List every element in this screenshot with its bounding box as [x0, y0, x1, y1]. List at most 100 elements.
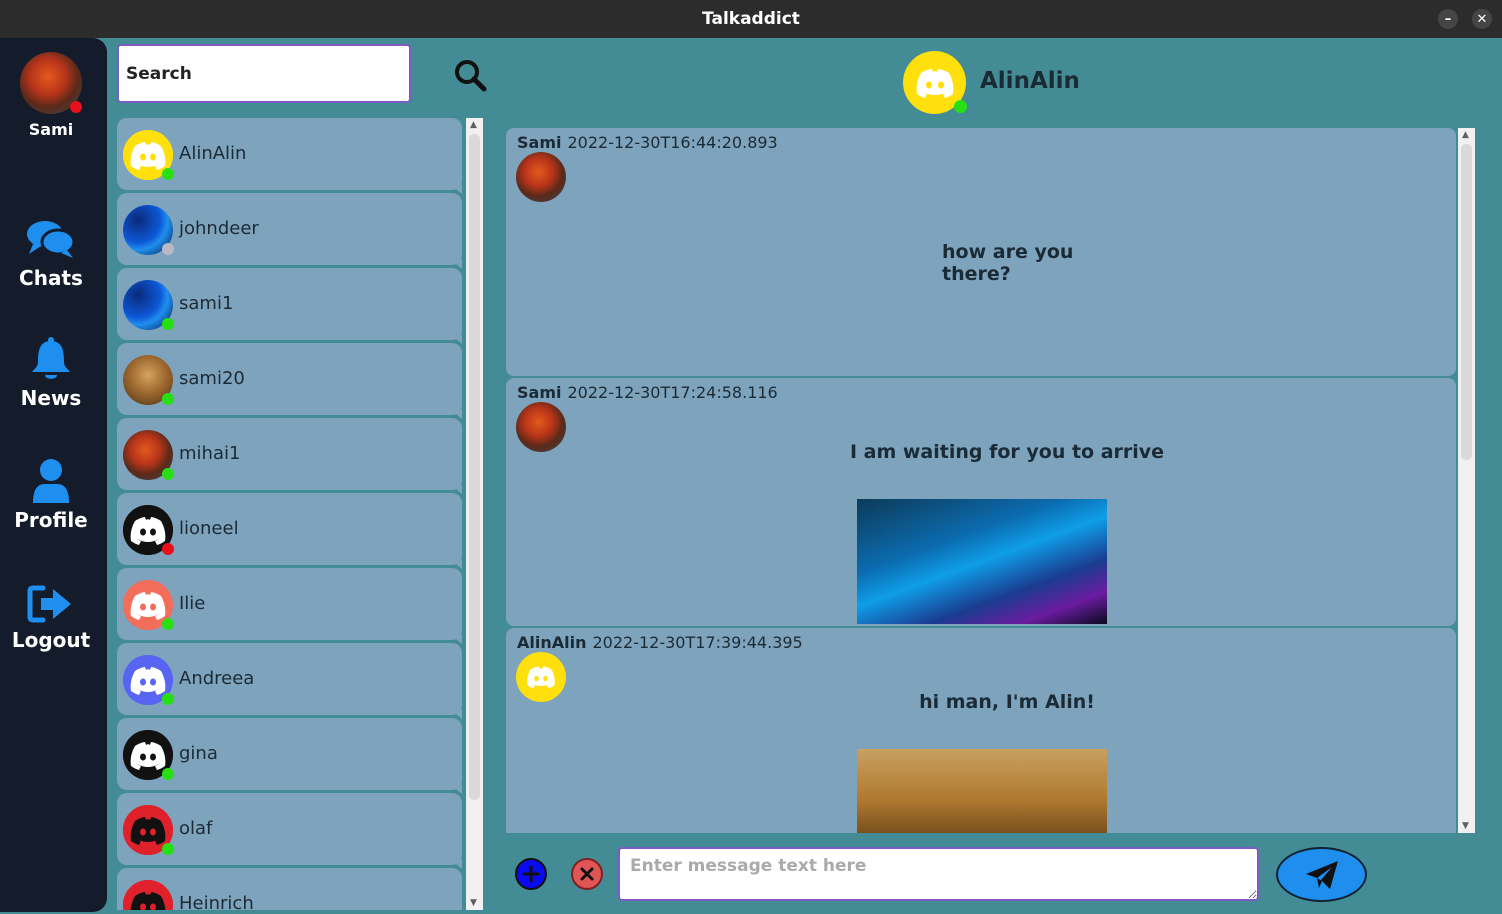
- nav-profile-label: Profile: [14, 508, 88, 532]
- contact-divider-marker: [456, 409, 462, 419]
- message-meta: AlinAlin 2022-12-30T17:39:44.395: [517, 633, 803, 652]
- discord-icon: [527, 666, 555, 689]
- search-input[interactable]: Search: [117, 44, 411, 103]
- contact-name: Ilie: [179, 593, 206, 614]
- user-icon: [33, 459, 69, 503]
- contact-divider-marker: [456, 634, 462, 644]
- contact-divider-marker: [456, 559, 462, 569]
- contact-list-scrollbar[interactable]: ▲ ▼: [466, 118, 483, 910]
- nav-logout[interactable]: Logout: [0, 584, 102, 652]
- contact-status-dot: [162, 693, 174, 705]
- scrollbar-thumb[interactable]: [469, 134, 480, 800]
- message-list-scrollbar[interactable]: ▲ ▼: [1458, 128, 1475, 833]
- contact-avatar: [123, 880, 173, 910]
- search-icon[interactable]: [453, 58, 487, 92]
- contact-name: sami1: [179, 293, 234, 314]
- cancel-attachment-button[interactable]: [571, 858, 603, 890]
- contact-status-dot: [162, 768, 174, 780]
- message-text: I am waiting for you to arrive: [849, 441, 1165, 463]
- contact-name: AlinAlin: [179, 143, 247, 164]
- message-sender: Sami: [517, 383, 562, 402]
- x-icon: [580, 867, 594, 881]
- nav-profile[interactable]: Profile: [0, 458, 102, 532]
- scroll-down-icon[interactable]: ▼: [1462, 821, 1469, 831]
- attach-button[interactable]: +: [515, 858, 547, 890]
- contact-name: johndeer: [179, 218, 259, 239]
- scroll-down-icon[interactable]: ▼: [470, 898, 477, 908]
- chat-partner-name: AlinAlin: [980, 68, 1080, 94]
- minimize-icon: –: [1444, 11, 1452, 27]
- scroll-up-icon[interactable]: ▲: [470, 120, 477, 130]
- contact-name: Andreea: [179, 668, 255, 689]
- chats-icon: [27, 221, 76, 258]
- title-bar: Talkaddict – ✕: [0, 0, 1502, 38]
- scroll-up-icon[interactable]: ▲: [1462, 130, 1469, 140]
- contact-name: Heinrich: [179, 893, 254, 910]
- message-meta: Sami 2022-12-30T17:24:58.116: [517, 383, 778, 402]
- contact-item[interactable]: Andreea: [117, 643, 462, 719]
- message-list: Sami 2022-12-30T16:44:20.893 how are you …: [506, 128, 1456, 833]
- message-item: Sami 2022-12-30T17:24:58.116 I am waiting…: [506, 378, 1456, 626]
- contact-item[interactable]: gina: [117, 718, 462, 794]
- contact-item[interactable]: sami20: [117, 343, 462, 419]
- contact-status-dot: [162, 843, 174, 855]
- contact-divider-marker: [456, 334, 462, 344]
- message-image[interactable]: [857, 499, 1107, 624]
- message-item: AlinAlin 2022-12-30T17:39:44.395 hi man, …: [506, 628, 1456, 833]
- message-sender: Sami: [517, 133, 562, 152]
- bell-icon: [32, 337, 70, 379]
- my-status-dot: [70, 101, 82, 113]
- nav-chats-label: Chats: [19, 266, 83, 290]
- contact-name: mihai1: [179, 443, 241, 464]
- contact-status-dot: [162, 393, 174, 405]
- close-button[interactable]: ✕: [1472, 9, 1492, 29]
- contact-item[interactable]: AlinAlin: [117, 118, 462, 194]
- contact-item[interactable]: Heinrich: [117, 868, 462, 910]
- contact-divider-marker: [456, 184, 462, 194]
- message-item: Sami 2022-12-30T16:44:20.893 how are you …: [506, 128, 1456, 376]
- window-title: Talkaddict: [702, 9, 800, 29]
- contact-name: sami20: [179, 368, 245, 389]
- contact-item[interactable]: olaf: [117, 793, 462, 869]
- minimize-button[interactable]: –: [1438, 9, 1458, 29]
- contact-item[interactable]: Ilie: [117, 568, 462, 644]
- search-input-text: Search: [126, 63, 192, 84]
- message-input[interactable]: [618, 847, 1259, 901]
- contact-divider-marker: [456, 859, 462, 869]
- contact-item[interactable]: sami1: [117, 268, 462, 344]
- contact-name: olaf: [179, 818, 213, 839]
- discord-icon: [916, 68, 953, 98]
- message-text: how are you there?: [942, 241, 1074, 285]
- contact-item[interactable]: mihai1: [117, 418, 462, 494]
- nav-logout-label: Logout: [11, 628, 91, 652]
- message-text: hi man, I'm Alin!: [919, 691, 1095, 713]
- contact-divider-marker: [456, 484, 462, 494]
- scrollbar-thumb[interactable]: [1461, 144, 1472, 460]
- send-icon: [1305, 860, 1338, 889]
- contact-item[interactable]: lioneel: [117, 493, 462, 569]
- contact-status-dot: [162, 168, 174, 180]
- close-icon: ✕: [1476, 11, 1488, 27]
- message-time: 2022-12-30T17:39:44.395: [592, 633, 803, 652]
- contact-status-dot: [162, 243, 174, 255]
- message-time: 2022-12-30T16:44:20.893: [567, 133, 778, 152]
- contact-status-dot: [162, 318, 174, 330]
- contact-name: gina: [179, 743, 218, 764]
- nav-news[interactable]: News: [0, 336, 102, 410]
- contact-list: AlinAlin johndeer sami1 sami20 mihai1 lionee…: [117, 118, 464, 910]
- plus-icon: +: [520, 859, 542, 889]
- contact-status-dot: [162, 618, 174, 630]
- message-avatar: [516, 152, 566, 202]
- message-image[interactable]: [857, 749, 1107, 833]
- send-button[interactable]: [1276, 847, 1367, 902]
- contact-name: lioneel: [179, 518, 239, 539]
- my-username: Sami: [28, 120, 74, 139]
- contact-item[interactable]: johndeer: [117, 193, 462, 269]
- nav-chats[interactable]: Chats: [0, 218, 102, 290]
- contact-divider-marker: [456, 784, 462, 794]
- message-time: 2022-12-30T17:24:58.116: [567, 383, 778, 402]
- message-meta: Sami 2022-12-30T16:44:20.893: [517, 133, 778, 152]
- logout-icon: [27, 585, 71, 623]
- left-nav: Sami Chats News Profile Logout: [0, 38, 107, 912]
- app-window: Sami Chats News Profile Logout Search Al…: [0, 38, 1502, 914]
